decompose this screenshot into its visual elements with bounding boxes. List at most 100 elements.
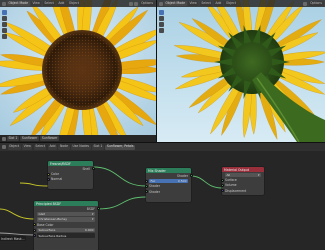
input-label: Volume (225, 183, 237, 188)
input-label: Shader (149, 189, 160, 194)
chevron-down-icon: ▾ (91, 217, 94, 222)
volume-socket[interactable] (220, 183, 224, 187)
node-title: Material Output (224, 167, 250, 172)
output-label: BSDF (86, 206, 95, 211)
use-nodes-toggle[interactable]: Use Nodes (71, 144, 91, 150)
input-label: Color (51, 172, 60, 177)
target-value: All (226, 172, 231, 177)
offscreen-node-label: Indirect Mask... (0, 236, 26, 241)
sss-method-dropdown[interactable]: Christensen-Burley ▾ (37, 217, 95, 222)
select-menu[interactable]: Select (42, 1, 56, 6)
cursor-icon[interactable] (1, 16, 7, 21)
select-box-icon[interactable] (1, 10, 7, 15)
subsurface-slider[interactable]: Subsurface 0.000 (37, 228, 95, 233)
node-editor-header: Object View Select Add Node Use Nodes Sl… (0, 143, 325, 151)
material-dropdown[interactable]: Sunflower, Petals (105, 144, 136, 150)
object-menu[interactable]: Object (67, 1, 81, 6)
surface-socket[interactable] (220, 178, 224, 182)
rotate-icon[interactable] (1, 28, 7, 33)
material-dropdown[interactable]: Sunflower (20, 136, 39, 141)
object-menu[interactable]: Object (224, 1, 238, 6)
chevron-down-icon: ▾ (91, 212, 94, 217)
fac-slider[interactable]: Fac 0.500 (149, 178, 188, 184)
input-label: Displacement (225, 188, 247, 193)
options-menu[interactable]: Options (139, 1, 155, 6)
bsdf-output-socket[interactable] (96, 207, 100, 211)
slot-dropdown[interactable]: Slot 1 (92, 144, 104, 150)
toolbar (1, 10, 7, 39)
output-label: Shader (177, 173, 188, 178)
node-mix-shader[interactable]: Mix Shader Shader Fac 0.500 Shader Shade… (144, 168, 193, 202)
color-socket[interactable] (46, 172, 50, 176)
fac-label: Fac (150, 179, 156, 184)
input-label: Base Color (37, 222, 54, 227)
shading-rendered-icon[interactable] (303, 1, 308, 6)
subsurface-radius-socket[interactable] (32, 234, 36, 238)
viewport-right-header: Object Mode View Select Add Object Optio… (157, 0, 325, 7)
editor-type-icon[interactable] (158, 1, 163, 6)
rotate-icon[interactable] (158, 28, 164, 33)
target-dropdown[interactable]: All ▾ (225, 172, 261, 177)
chevron-down-icon: ▾ (257, 172, 260, 177)
node-title: Principled BSDF (36, 201, 62, 206)
options-menu[interactable]: Options (308, 1, 324, 6)
fac-value: 0.500 (177, 179, 187, 184)
sss-method-value: Christensen-Burley (38, 217, 67, 222)
shader-socket[interactable] (144, 184, 148, 188)
fac-socket[interactable] (144, 179, 148, 183)
select-box-icon[interactable] (158, 10, 164, 15)
node-material-output[interactable]: Material Output All ▾ Surface Volume Dis… (220, 167, 264, 195)
slot-dropdown[interactable]: Slot 1 (7, 136, 19, 141)
shader-node-editor[interactable]: Object View Select Add Node Use Nodes Sl… (0, 142, 325, 250)
scale-icon[interactable] (1, 34, 7, 39)
view-menu[interactable]: View (188, 1, 199, 6)
viewport-left-header: Object Mode View Select Add Object Optio… (0, 0, 156, 7)
add-menu[interactable]: Add (56, 1, 66, 6)
input-label: Surface (225, 178, 237, 183)
viewport-left[interactable]: Object Mode View Select Add Object Optio… (0, 0, 156, 142)
node-fresnel[interactable]: Fresnel/BSDF Shell Color Normal (46, 161, 95, 189)
node-title: Mix Shader (148, 168, 166, 173)
node-principled-bsdf[interactable]: Principled BSDF BSDF GGX ▾ Christensen-B… (32, 201, 100, 250)
node-title: Fresnel/BSDF (50, 161, 71, 166)
editor-type-icon[interactable] (2, 145, 6, 149)
shading-solid-icon[interactable] (128, 1, 133, 6)
add-menu[interactable]: Add (47, 144, 57, 150)
output-socket[interactable] (189, 174, 193, 178)
subsurface-radius-row: Subsurface Radius (32, 233, 98, 238)
output-socket[interactable] (91, 167, 95, 171)
subsurface-radius-label: Subsurface Radius (38, 233, 67, 238)
view-menu[interactable]: View (31, 1, 42, 6)
move-icon[interactable] (1, 22, 7, 27)
select-menu[interactable]: Select (33, 144, 47, 150)
output-label: Shell (82, 166, 90, 171)
normal-socket[interactable] (46, 177, 50, 181)
node-menu[interactable]: Node (58, 144, 70, 150)
subsurface-radius-field[interactable]: Subsurface Radius (37, 233, 95, 238)
blender-window: Object Mode View Select Add Object Optio… (0, 0, 325, 250)
material-icon (1, 136, 6, 141)
sunflower-back-render (157, 0, 325, 142)
material-name[interactable]: Sunflower (40, 136, 59, 141)
move-icon[interactable] (158, 22, 164, 27)
subsurface-socket[interactable] (32, 228, 36, 232)
select-menu[interactable]: Select (199, 1, 213, 6)
distribution-value: GGX (38, 212, 46, 217)
distribution-dropdown[interactable]: GGX ▾ (37, 211, 95, 217)
cursor-icon[interactable] (158, 16, 164, 21)
subsurface-label: Subsurface (38, 228, 56, 233)
socket-row-shader-2: Shader (144, 189, 191, 194)
input-label: Shader (149, 184, 160, 189)
editor-type-icon[interactable] (1, 1, 6, 6)
mode-dropdown[interactable]: Object Mode (7, 1, 30, 6)
object-dropdown[interactable]: Object (7, 144, 21, 150)
shading-material-icon[interactable] (134, 1, 139, 6)
sunflower-front-render (0, 0, 156, 142)
toolbar (158, 10, 164, 33)
mode-dropdown[interactable]: Object Mode (164, 1, 187, 6)
add-menu[interactable]: Add (213, 1, 223, 6)
view-menu[interactable]: View (22, 144, 33, 150)
socket-row-displacement: Displacement (220, 188, 264, 193)
viewport-right[interactable]: Object Mode View Select Add Object Optio… (157, 0, 325, 142)
material-slot-bar: Slot 1 Sunflower Sunflower (0, 135, 156, 142)
